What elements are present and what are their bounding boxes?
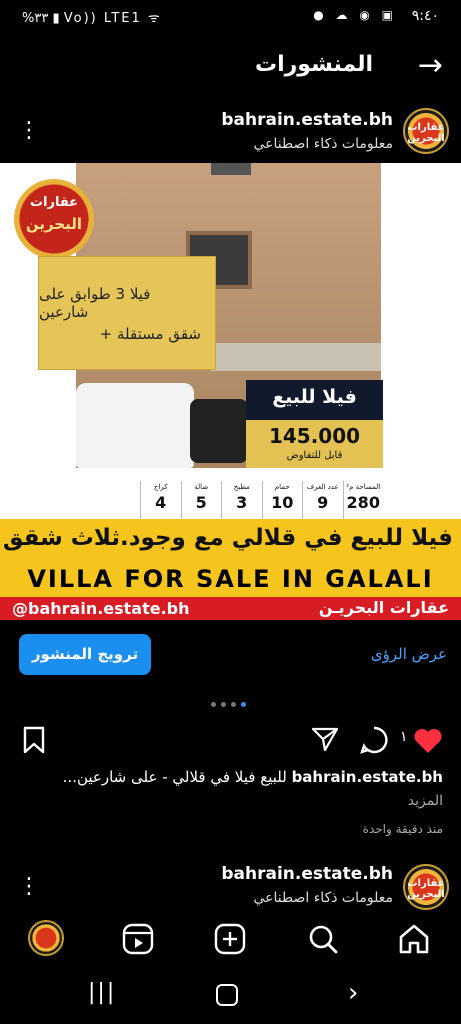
- top-header: المنشورات →: [0, 40, 461, 96]
- carousel-indicator: [211, 701, 251, 709]
- promo-banner: فيلا للبيع في قلالي مع وجود.ثلاث شقق VIL…: [0, 519, 461, 620]
- caption-text: للبيع فيلا في قلالي - على شارعين...: [62, 768, 287, 786]
- view-insights-link[interactable]: عرض الرؤى: [371, 645, 447, 663]
- back-icon[interactable]: ›: [348, 978, 358, 1008]
- status-bar: %٣٣ ▮ Vo)) LTE1 ᯤ ● ☁ ◉ ▣ ٩:٤٠: [0, 0, 461, 36]
- post-username[interactable]: bahrain.estate.bh: [221, 110, 393, 130]
- caption-username[interactable]: bahrain.estate.bh: [292, 768, 443, 786]
- promote-post-button[interactable]: ترويج المنشور: [19, 634, 151, 675]
- back-arrow-icon[interactable]: →: [418, 48, 443, 83]
- price-value: 145.000: [268, 424, 361, 448]
- avatar[interactable]: عقارات البحرين: [403, 864, 449, 910]
- share-icon[interactable]: [311, 726, 339, 752]
- status-time: ٩:٤٠: [411, 8, 439, 24]
- more-link[interactable]: المزيد: [408, 793, 443, 809]
- notification-icons: ● ☁ ◉ ▣: [313, 8, 397, 22]
- post-header: عقارات البحرين bahrain.estate.bh معلومات…: [0, 104, 461, 164]
- bookmark-icon[interactable]: [22, 726, 46, 754]
- post-caption: bahrain.estate.bh للبيع فيلا في قلالي - …: [63, 768, 443, 786]
- banner-handle: @bahrain.estate.bh: [12, 599, 190, 618]
- post-username[interactable]: bahrain.estate.bh: [221, 864, 393, 884]
- system-navigation: ||| ›: [0, 968, 461, 1024]
- stat-item: عدد الغرف 9: [302, 481, 343, 521]
- feature-line-1: فيلا 3 طوابق على شارعين: [39, 285, 151, 321]
- feature-box: فيلا 3 طوابق على شارعين + شقق مستقلة: [38, 256, 216, 370]
- action-row: ١: [0, 720, 461, 760]
- car2-photo: [190, 399, 248, 463]
- reels-icon[interactable]: [121, 922, 155, 956]
- search-icon[interactable]: [306, 922, 340, 956]
- brand-logo: عقارات البحرين: [14, 179, 94, 259]
- create-post-icon[interactable]: [213, 922, 247, 956]
- bottom-navigation: [0, 910, 461, 968]
- post-subtitle: معلومات ذكاء اصطناعي: [253, 890, 394, 906]
- more-options-icon[interactable]: ⋮: [18, 874, 40, 899]
- battery-network: %٣٣ ▮ Vo)) LTE1 ᯤ: [22, 11, 162, 26]
- stat-item: حمام 10: [261, 481, 303, 521]
- post-time: منذ دقيقة واحدة: [362, 822, 443, 836]
- stats-row: المساحة م² 280 عدد الغرف 9 حمام 10 مطبخ 3 صا…: [140, 481, 383, 521]
- stat-item: مطبخ 3: [221, 481, 262, 521]
- comment-icon[interactable]: [359, 725, 389, 755]
- banner-english: VILLA FOR SALE IN GALALI: [27, 565, 434, 593]
- banner-brand: عقارات البحريـن: [318, 598, 449, 617]
- heart-icon[interactable]: [413, 727, 443, 754]
- car-photo: [76, 383, 194, 468]
- post-image[interactable]: عقارات البحرين فيلا 3 طوابق على شارعين +…: [0, 163, 461, 620]
- avatar[interactable]: عقارات البحرين: [403, 108, 449, 154]
- stat-item: المساحة م² 280: [342, 481, 384, 521]
- price-box: فيلا للبيع 145.000 قابل للتفاوض: [246, 380, 383, 468]
- post-subtitle: معلومات ذكاء اصطناعي: [253, 136, 394, 152]
- banner-arabic: فيلا للبيع في قلالي مع وجود.ثلاث شقق: [2, 525, 453, 551]
- profile-tab-avatar[interactable]: [28, 920, 64, 956]
- stat-item: صالة 5: [180, 481, 222, 521]
- home-icon[interactable]: [397, 922, 431, 956]
- recent-apps-icon[interactable]: |||: [88, 980, 116, 1005]
- stat-item: كراج 4: [140, 481, 181, 521]
- more-options-icon[interactable]: ⋮: [18, 118, 40, 143]
- price-title: فيلا للبيع: [272, 386, 357, 408]
- page-title: المنشورات: [254, 52, 373, 77]
- home-button-icon[interactable]: [216, 984, 238, 1006]
- feature-line-2: + شقق مستقلة: [99, 325, 201, 343]
- like-count: ١: [400, 729, 408, 745]
- price-note: قابل للتفاوض: [286, 450, 343, 461]
